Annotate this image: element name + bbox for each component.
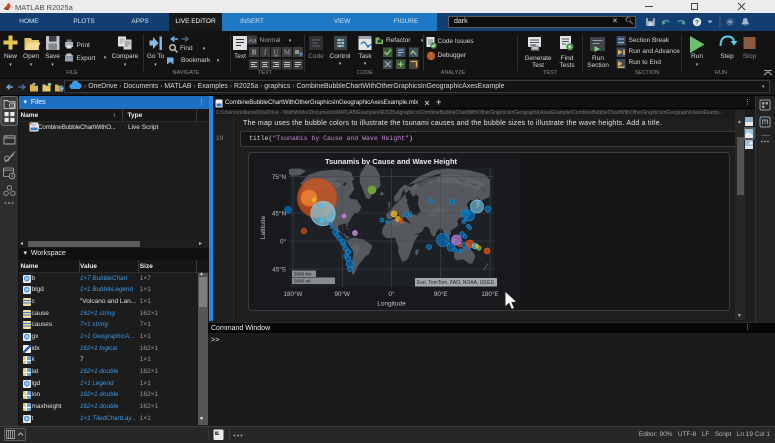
svg-text:Esri, TomTom, FAO, NOAA, USGS: Esri, TomTom, FAO, NOAA, USGS <box>417 280 495 286</box>
svg-text:90°W: 90°W <box>335 290 351 298</box>
svg-text:Longitude: Longitude <box>377 301 406 308</box>
svg-text:0°: 0° <box>280 238 287 246</box>
svg-text:5000 mi: 5000 mi <box>294 279 310 284</box>
svg-text:?: ? <box>695 20 699 27</box>
svg-text:Latitude: Latitude <box>260 216 267 240</box>
svg-text:45°S: 45°S <box>272 266 286 274</box>
svg-text:90°E: 90°E <box>434 290 448 298</box>
svg-text:180°W: 180°W <box>284 290 303 298</box>
svg-text:45°N: 45°N <box>272 210 287 218</box>
svg-text:B: B <box>252 49 257 57</box>
svg-text:M: M <box>284 49 291 57</box>
svg-text:0°: 0° <box>388 290 395 298</box>
svg-text:U: U <box>273 49 278 57</box>
svg-text:75°N: 75°N <box>272 173 287 181</box>
svg-text:180°E: 180°E <box>481 290 498 298</box>
svg-text:Tsunamis by Cause and Wave Hei: Tsunamis by Cause and Wave Height <box>325 157 458 166</box>
svg-text:5000 km: 5000 km <box>294 272 312 277</box>
svg-text:Aa: Aa <box>249 38 257 45</box>
